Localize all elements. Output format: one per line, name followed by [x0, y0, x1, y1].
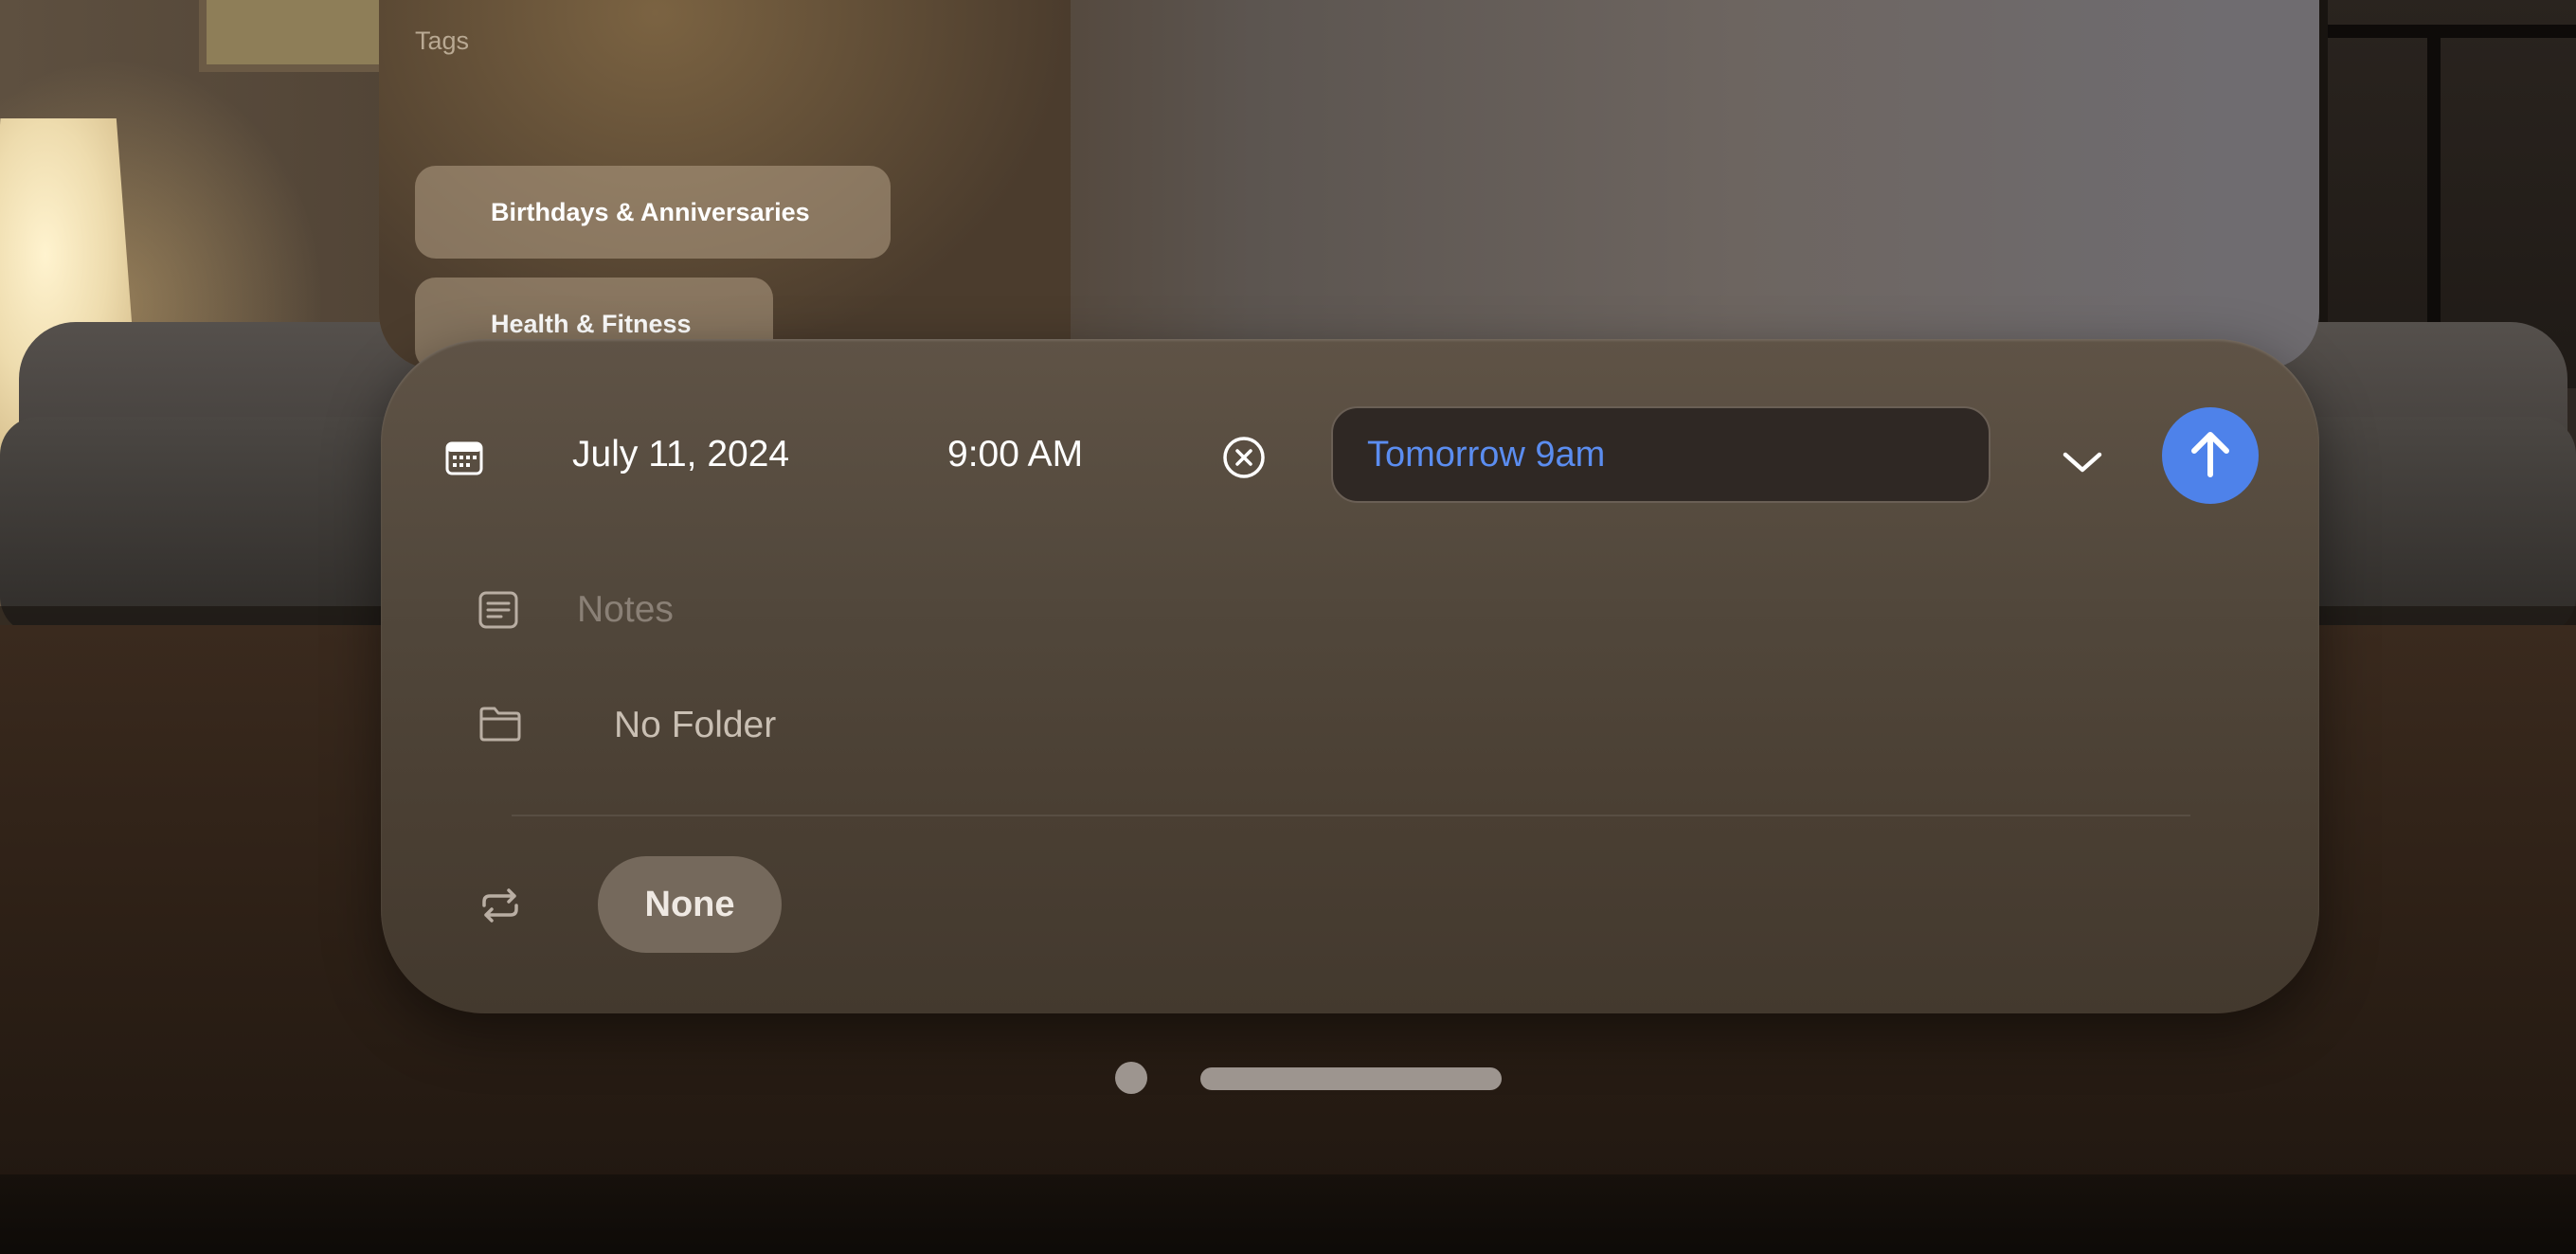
- time-button[interactable]: 9:00 AM: [947, 434, 1083, 475]
- folder-selector[interactable]: No Folder: [614, 705, 776, 746]
- chevron-down-icon[interactable]: [2054, 434, 2111, 491]
- date-button[interactable]: July 11, 2024: [572, 434, 789, 475]
- table-edge: [0, 1174, 2576, 1254]
- tag-birthdays-anniversaries[interactable]: Birthdays & Anniversaries: [415, 166, 891, 259]
- folder-icon: [477, 703, 523, 744]
- divider: [512, 815, 2190, 816]
- clear-circle-x-icon[interactable]: [1220, 434, 1268, 481]
- calendar-icon: [443, 438, 485, 479]
- bookcase-shelf: [2328, 25, 2576, 38]
- notes-icon: [477, 589, 519, 631]
- arrow-up-icon: [2187, 427, 2234, 485]
- natural-language-date-field[interactable]: Tomorrow 9am: [1331, 406, 1991, 503]
- repeat-option-button[interactable]: None: [598, 856, 782, 953]
- notes-field[interactable]: Notes: [577, 589, 674, 631]
- reminder-details-panel: July 11, 2024 9:00 AM Tomorrow 9am Notes: [381, 339, 2319, 1013]
- window-grab-bar[interactable]: [1200, 1067, 1502, 1090]
- submit-button[interactable]: [2162, 407, 2259, 504]
- repeat-icon: [477, 885, 523, 926]
- window-close-dot[interactable]: [1115, 1062, 1147, 1094]
- tags-heading: Tags: [415, 27, 470, 55]
